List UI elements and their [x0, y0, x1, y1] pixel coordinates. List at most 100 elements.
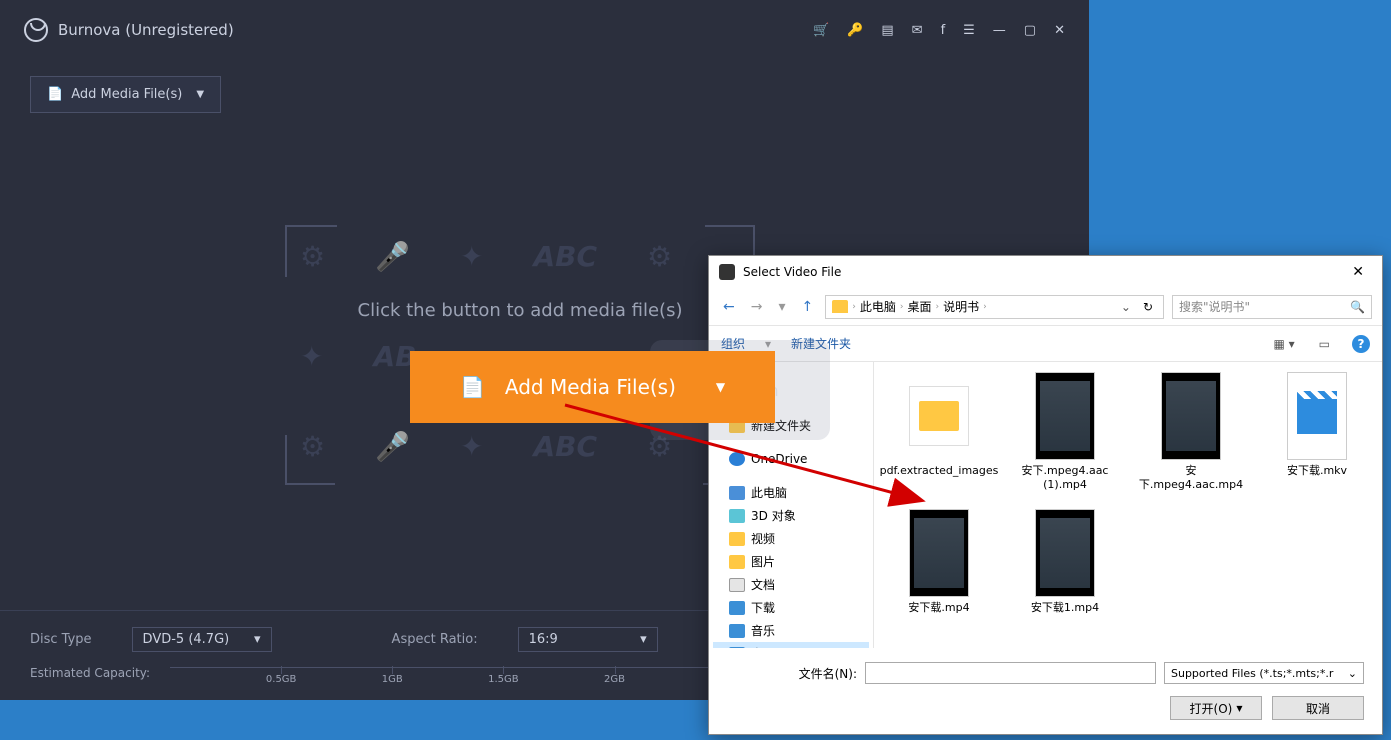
file-thumbnail [909, 509, 969, 597]
sidebar-item[interactable]: 音乐 [713, 619, 869, 642]
sidebar-item-label: OneDrive [751, 452, 807, 466]
nav-back-button[interactable]: ← [719, 295, 739, 319]
title-bar: Burnova (Unregistered) 🛒 🔑 ▤ ✉ f ☰ — ▢ ✕ [0, 0, 1089, 60]
background-decorations: ⚙🎤✦ABC⚙ [300, 240, 740, 293]
sidebar-item-label: 视频 [751, 530, 775, 547]
preview-pane-button[interactable]: ▭ [1317, 335, 1332, 353]
folder-icon [729, 601, 745, 615]
search-input[interactable]: 搜索"说明书" 🔍 [1172, 295, 1372, 319]
nav-recent-button[interactable]: ▾ [774, 295, 789, 319]
view-mode-button[interactable]: ▦ ▾ [1271, 335, 1296, 353]
key-icon[interactable]: 🔑 [847, 23, 863, 38]
filter-select[interactable]: Supported Files (*.ts;*.mts;*.r⌄ [1164, 662, 1364, 684]
file-thumbnail [909, 386, 969, 446]
file-item[interactable]: 安下.mpeg4.aac (1).mp4 [1010, 372, 1120, 493]
capacity-tick: 1.5GB [488, 674, 519, 685]
main-toolbar: 📄 Add Media File(s) ▼ [0, 60, 1089, 129]
sidebar-item-label: 图片 [751, 553, 775, 570]
sidebar-item-label: 音乐 [751, 622, 775, 639]
file-list: pdf.extracted_images 安下.mpeg4.aac (1).mp4… [874, 362, 1382, 648]
dialog-title: Select Video File [743, 265, 841, 279]
dialog-nav-bar: ← → ▾ ↑ › 此电脑 › 桌面 › 说明书 › ⌄ ↻ 搜索"说明书" 🔍 [709, 288, 1382, 326]
sidebar-item[interactable]: 文档 [713, 573, 869, 596]
file-item[interactable]: pdf.extracted_images [884, 372, 994, 493]
file-name: 安下载.mkv [1287, 464, 1347, 478]
filename-label: 文件名(N): [727, 665, 857, 682]
file-name: pdf.extracted_images [880, 464, 999, 478]
facebook-icon[interactable]: f [941, 23, 946, 38]
app-title: Burnova (Unregistered) [58, 21, 234, 39]
breadcrumb-bar[interactable]: › 此电脑 › 桌面 › 说明书 › ⌄ ↻ [825, 295, 1164, 319]
help-icon[interactable]: ? [1352, 335, 1370, 353]
menu-icon[interactable]: ☰ [963, 23, 975, 38]
add-media-label: Add Media File(s) [71, 87, 182, 102]
folder-icon [729, 555, 745, 569]
sidebar-item[interactable]: 下载 [713, 596, 869, 619]
sidebar-item[interactable]: OneDrive [713, 449, 869, 469]
app-logo: Burnova (Unregistered) [24, 18, 234, 42]
refresh-icon[interactable]: ↻ [1139, 300, 1157, 314]
dialog-close-button[interactable]: ✕ [1344, 260, 1372, 284]
filename-input[interactable] [865, 662, 1156, 684]
burnova-logo-icon [24, 18, 48, 42]
chevron-down-icon: ▼ [196, 89, 204, 100]
folder-icon [729, 486, 745, 500]
breadcrumb-item[interactable]: 桌面 [907, 298, 931, 315]
file-name: 安下载1.mp4 [1031, 601, 1099, 615]
cancel-button[interactable]: 取消 [1272, 696, 1364, 720]
close-button[interactable]: ✕ [1054, 23, 1065, 38]
folder-icon [729, 624, 745, 638]
file-thumbnail [1035, 509, 1095, 597]
folder-icon [729, 532, 745, 546]
drop-zone: ⚙🎤✦ABC⚙ Click the button to add media fi… [260, 200, 780, 520]
sidebar-item-label: 此电脑 [751, 484, 787, 501]
maximize-button[interactable]: ▢ [1024, 23, 1036, 38]
file-item[interactable]: 安下载1.mp4 [1010, 509, 1120, 615]
disc-type-label: Disc Type [30, 632, 92, 647]
sidebar-item-label: 文档 [751, 576, 775, 593]
file-name: 安下.mpeg4.aac (1).mp4 [1010, 464, 1120, 493]
folder-icon [729, 578, 745, 592]
add-media-button-small[interactable]: 📄 Add Media File(s) ▼ [30, 76, 221, 113]
capacity-label: Estimated Capacity: [30, 666, 150, 680]
cart-icon[interactable]: 🛒 [813, 23, 829, 38]
sidebar-item-label: 下载 [751, 599, 775, 616]
file-open-dialog: Select Video File ✕ ← → ▾ ↑ › 此电脑 › 桌面 ›… [708, 255, 1383, 735]
notes-icon[interactable]: ▤ [881, 23, 893, 38]
disc-type-select[interactable]: DVD-5 (4.7G)▾ [132, 627, 272, 652]
sidebar-item[interactable]: 视频 [713, 527, 869, 550]
breadcrumb-dropdown[interactable]: ⌄ [1117, 300, 1135, 314]
file-name: 安下载.mp4 [908, 601, 969, 615]
file-thumbnail [1035, 372, 1095, 460]
file-thumbnail [1161, 372, 1221, 460]
file-name: 安下.mpeg4.aac.mp4 [1136, 464, 1246, 493]
capacity-tick: 2GB [604, 674, 625, 685]
dialog-footer: 文件名(N): Supported Files (*.ts;*.mts;*.r⌄… [709, 648, 1382, 734]
nav-forward-button[interactable]: → [747, 295, 767, 319]
sidebar-item-label: 3D 对象 [751, 507, 796, 524]
capacity-tick: 0.5GB [266, 674, 297, 685]
chevron-down-icon: ▼ [716, 380, 725, 394]
folder-icon [729, 509, 745, 523]
feedback-icon[interactable]: ✉ [912, 23, 923, 38]
add-media-big-label: Add Media File(s) [505, 375, 676, 399]
breadcrumb-item[interactable]: 此电脑 [860, 298, 896, 315]
folder-icon [832, 300, 848, 313]
dialog-title-bar: Select Video File ✕ [709, 256, 1382, 288]
sidebar-item[interactable]: 3D 对象 [713, 504, 869, 527]
sidebar-item[interactable]: 图片 [713, 550, 869, 573]
file-item[interactable]: 安下载.mkv [1262, 372, 1372, 493]
add-media-button-big[interactable]: 📄 Add Media File(s) ▼ [410, 351, 775, 423]
aspect-ratio-label: Aspect Ratio: [392, 632, 478, 647]
file-item[interactable]: 安下载.mp4 [884, 509, 994, 615]
sidebar-item[interactable]: 此电脑 [713, 481, 869, 504]
file-item[interactable]: 安下.mpeg4.aac.mp4 [1136, 372, 1246, 493]
breadcrumb-item[interactable]: 说明书 [943, 298, 979, 315]
nav-up-button[interactable]: ↑ [798, 295, 818, 319]
open-button[interactable]: 打开(O)▼ [1170, 696, 1262, 720]
dialog-app-icon [719, 264, 735, 280]
search-icon: 🔍 [1350, 300, 1365, 314]
chevron-down-icon: ▾ [640, 632, 647, 647]
aspect-ratio-select[interactable]: 16:9▾ [518, 627, 658, 652]
minimize-button[interactable]: — [993, 23, 1006, 38]
